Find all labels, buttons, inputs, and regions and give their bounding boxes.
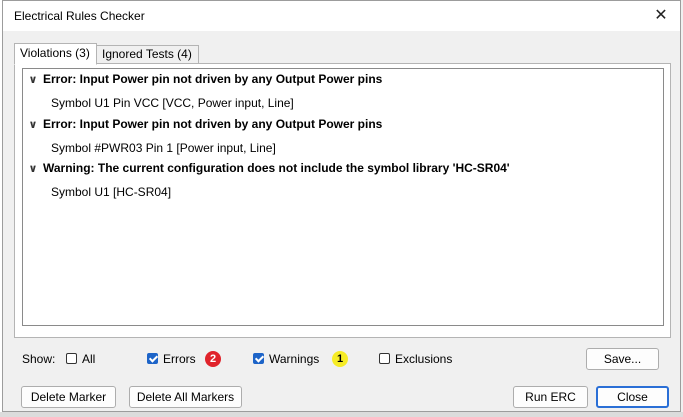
errors-checkbox[interactable] (147, 353, 158, 364)
filter-row: Show: All Errors 2 Warnings 1 Exclusions (22, 351, 662, 367)
violation-item[interactable]: ∨ Error: Input Power pin not driven by a… (26, 70, 383, 88)
title-bar[interactable]: Electrical Rules Checker ✕ (3, 1, 680, 31)
violation-detail[interactable]: Symbol U1 Pin VCC [VCC, Power input, Lin… (51, 94, 294, 112)
tab-violations[interactable]: Violations (3) (14, 43, 97, 65)
violation-heading: Error: Input Power pin not driven by any… (43, 117, 383, 131)
violation-heading: Warning: The current configuration does … (43, 161, 510, 175)
violation-heading: Error: Input Power pin not driven by any… (43, 72, 383, 86)
all-label[interactable]: All (82, 351, 95, 367)
tab-ignored-tests[interactable]: Ignored Tests (4) (96, 45, 199, 64)
warnings-label[interactable]: Warnings (269, 351, 319, 367)
error-count-badge: 2 (205, 351, 221, 367)
close-icon[interactable]: ✕ (650, 6, 672, 26)
erc-dialog: Electrical Rules Checker ✕ Violations (3… (2, 0, 681, 412)
show-label: Show: (22, 352, 56, 366)
background-window-bottom (0, 412, 683, 417)
warning-count-badge: 1 (332, 351, 348, 367)
violation-item[interactable]: ∨ Warning: The current configuration doe… (26, 159, 510, 177)
exclusions-label[interactable]: Exclusions (395, 351, 452, 367)
window-title: Electrical Rules Checker (14, 9, 145, 23)
violation-item[interactable]: ∨ Error: Input Power pin not driven by a… (26, 115, 383, 133)
violations-panel: ∨ Error: Input Power pin not driven by a… (14, 63, 671, 338)
violation-detail[interactable]: Symbol #PWR03 Pin 1 [Power input, Line] (51, 139, 276, 157)
close-button[interactable]: Close (596, 386, 669, 408)
delete-marker-button[interactable]: Delete Marker (21, 386, 116, 408)
chevron-down-icon[interactable]: ∨ (26, 118, 40, 131)
all-checkbox[interactable] (66, 353, 77, 364)
run-erc-button[interactable]: Run ERC (513, 386, 588, 408)
violations-list[interactable]: ∨ Error: Input Power pin not driven by a… (22, 68, 664, 326)
chevron-down-icon[interactable]: ∨ (26, 73, 40, 86)
save-button[interactable]: Save... (586, 348, 659, 370)
warnings-checkbox[interactable] (253, 353, 264, 364)
errors-label[interactable]: Errors (163, 351, 196, 367)
delete-all-markers-button[interactable]: Delete All Markers (129, 386, 242, 408)
violation-detail[interactable]: Symbol U1 [HC-SR04] (51, 183, 171, 201)
exclusions-checkbox[interactable] (379, 353, 390, 364)
chevron-down-icon[interactable]: ∨ (26, 162, 40, 175)
